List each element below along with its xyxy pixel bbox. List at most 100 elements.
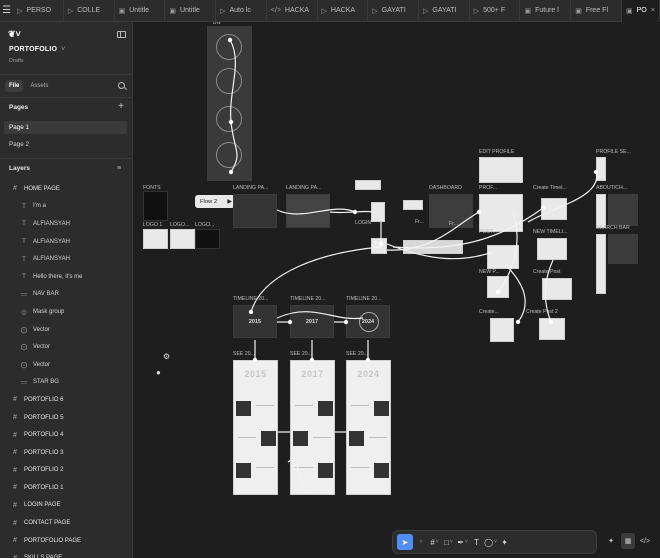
layer-item[interactable]: #SKILLS PAGE [0, 549, 133, 558]
figma-app: ☰ ▷ PERSO ▷ COLLE ▣ Untitle ▣ Untitle ▷ Auto … [0, 0, 660, 558]
layer-item[interactable]: ⨀ Vector [0, 338, 133, 356]
layer-item[interactable]: # HOME PAGE [0, 180, 133, 198]
close-tab-icon[interactable]: × [651, 7, 655, 14]
move-tool-icon[interactable]: ➤ [397, 534, 413, 550]
layer-label: CONTACT PAGE [24, 520, 71, 527]
figma-menu-icon[interactable]: ❦˅ [8, 29, 21, 40]
connection-node [227, 37, 233, 43]
chevron-down-icon[interactable]: ˅ [414, 534, 427, 550]
tab-label: PO [636, 7, 647, 14]
layer-item[interactable]: ▭ STAR BG [0, 374, 133, 392]
sidebar-toggle-icon[interactable] [117, 30, 126, 38]
code-icon: </> [270, 7, 281, 14]
tab-5[interactable]: </> HACKA [267, 0, 318, 22]
frame-layer-icon: # [13, 414, 17, 422]
connection-line [392, 207, 544, 249]
file-icon: ▣ [625, 7, 633, 15]
layer-label: Vector [33, 326, 51, 333]
add-page-icon[interactable]: + [117, 102, 125, 112]
actions-tool-icon[interactable]: ✦ [498, 534, 511, 550]
layer-label: ALFIANSYAH [33, 238, 70, 245]
text-tool-icon[interactable]: T [470, 534, 483, 550]
comment-tool-icon[interactable]: ◯ ˅ [484, 534, 497, 550]
layer-item[interactable]: # PORTOFLIO 1 [0, 479, 133, 497]
tab-6[interactable]: ▷ HACKA [318, 0, 369, 22]
connection-node [228, 119, 234, 125]
tab-9[interactable]: ▷ 500+ F [470, 0, 521, 22]
connection-node [365, 357, 371, 363]
layer-label: Mask group [33, 308, 65, 315]
layer-label: STAR BG [33, 379, 59, 386]
connection-line [250, 246, 382, 313]
chevron-down-icon: ˅ [61, 46, 66, 53]
text-layer-icon: T [22, 202, 26, 210]
frame-layer-icon: # [13, 431, 17, 439]
tab-8[interactable]: ▷ GAYATI [419, 0, 470, 22]
connection-line [544, 259, 554, 323]
layer-item[interactable]: T Hello there, it's me [0, 268, 133, 286]
layers-options-icon[interactable]: ≡ [117, 165, 121, 172]
tab-7[interactable]: ▷ GAYATI [368, 0, 419, 22]
divider [0, 158, 133, 159]
rect-layer-icon: ▭ [20, 379, 28, 387]
frame-layer-icon: # [13, 449, 17, 457]
tab-label: HACKA [284, 7, 310, 14]
connection-node [287, 319, 293, 325]
layer-item[interactable]: # PORTOFLIO 4 [0, 426, 133, 444]
tab-10[interactable]: ▣ Future l [520, 0, 572, 22]
layer-label: Vector [33, 361, 51, 368]
layer-item[interactable]: # PORTOFLIO 2 [0, 462, 133, 480]
connection-node [593, 169, 599, 175]
layer-item[interactable]: # CONTACT PAGE [0, 514, 133, 532]
tab-assets[interactable]: Assets [26, 80, 52, 92]
play-icon: ▷ [473, 7, 480, 15]
search-icon[interactable] [118, 82, 125, 89]
pen-tool-icon[interactable]: ✒ ˅ [456, 534, 469, 550]
project-name-text: PORTOFOLIO [9, 46, 58, 53]
layer-item[interactable]: # LOGIN PAGE [0, 497, 133, 515]
prototype-mode-icon[interactable]: ▦ [621, 533, 635, 549]
figma-home-icon[interactable]: ☰ [0, 0, 13, 22]
layer-item[interactable]: T ALFIANSYAH [0, 233, 133, 251]
page-item-2[interactable]: Page 2 [4, 138, 127, 151]
shape-tool-icon[interactable]: □ ˅ [442, 534, 455, 550]
project-name[interactable]: PORTOFOLIO ˅ [9, 46, 65, 53]
tab-0[interactable]: ▷ PERSO [13, 0, 64, 22]
file-icon: ▣ [169, 7, 176, 15]
layer-item[interactable]: # PORTOFLIO 5 [0, 409, 133, 427]
layer-item[interactable]: ⨀ Vector [0, 356, 133, 374]
file-icon: ▣ [118, 7, 126, 15]
connection-node [476, 209, 482, 215]
play-icon: ▷ [372, 7, 378, 15]
frame-tool-icon[interactable]: # ˅ [428, 534, 441, 550]
tab-file[interactable]: File [5, 80, 24, 92]
layer-item[interactable]: # PORTOFOLIO PAGE [0, 532, 133, 550]
design-mode-icon[interactable]: ✦ [604, 533, 618, 549]
layer-item[interactable]: ◎ Mask group [0, 303, 133, 321]
connection-line [527, 171, 598, 223]
tab-2[interactable]: ▣ Untitle [115, 0, 166, 22]
tab-label: HACKA [330, 7, 356, 14]
layer-item[interactable]: T I'm a [0, 198, 133, 216]
layer-item[interactable]: # PORTOFLIO 3 [0, 444, 133, 462]
text-layer-icon: T [22, 273, 26, 281]
tab-4[interactable]: ▷ Auto lc [216, 0, 267, 22]
play-icon: ▷ [67, 7, 74, 15]
canvas[interactable]: BG FONTS Flow 2 ▶ LOGO 1 LOGO... LOGO... … [133, 22, 660, 558]
tab-3[interactable]: ▣ Untitle [165, 0, 217, 22]
connection-node [228, 169, 234, 175]
tab-1[interactable]: ▷ COLLE [64, 0, 115, 22]
page-item-1[interactable]: Page 1 [4, 121, 127, 134]
layer-item[interactable]: ⨀ Vector [0, 321, 133, 339]
frame-layer-icon: # [13, 185, 17, 193]
text-layer-icon: T [22, 220, 26, 228]
layer-item[interactable]: T ALFIANSYAH [0, 215, 133, 233]
layer-item[interactable]: T ALFIANSYAH [0, 250, 133, 268]
layer-item[interactable]: # PORTOFLIO 6 [0, 391, 133, 409]
mode-toggle-group: ✦ ▦ </> [604, 533, 652, 549]
dev-mode-icon[interactable]: </> [638, 533, 652, 549]
layer-item[interactable]: ▭ NAV BAR [0, 286, 133, 304]
tab-11[interactable]: ▣ Free Fl [571, 0, 622, 22]
frame-layer-icon: # [13, 519, 17, 527]
tab-12-active[interactable]: ▣ PO × [621, 0, 660, 22]
